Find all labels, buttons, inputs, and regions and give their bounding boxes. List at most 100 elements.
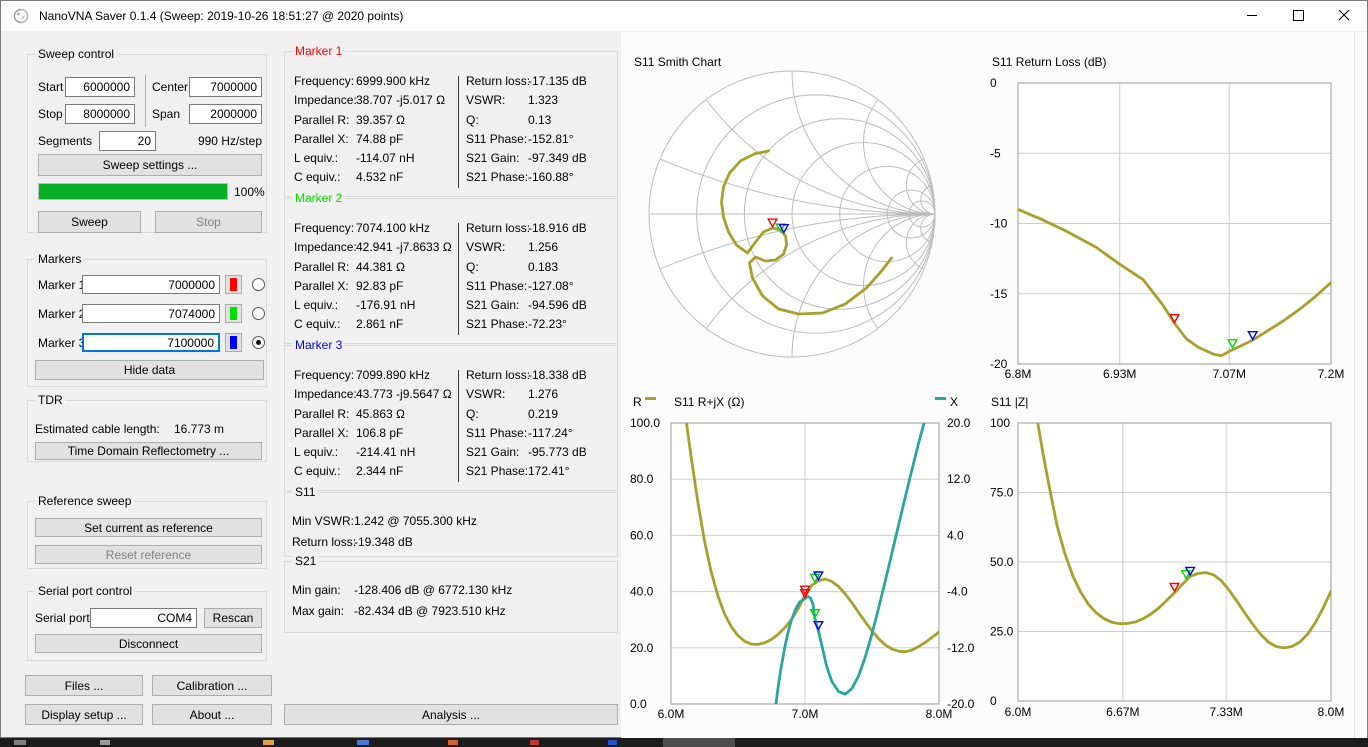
field-value: -176.91 nH [356, 298, 415, 312]
data-row: Return loss:-18.916 dB [466, 221, 612, 240]
data-row: Q:0.219 [466, 407, 612, 426]
close-icon [1339, 10, 1350, 21]
analysis-button[interactable]: Analysis ... [284, 704, 618, 725]
segments-input[interactable] [99, 131, 156, 151]
markers-title: Markers [35, 252, 84, 266]
center-input[interactable] [189, 77, 262, 97]
marker1-frequency-input[interactable] [82, 275, 220, 294]
field-label: Min VSWR: [292, 514, 354, 528]
svg-text:12.0: 12.0 [947, 472, 971, 486]
data-row: Q:0.183 [466, 260, 612, 279]
svg-text:X: X [950, 395, 958, 409]
start-input[interactable] [65, 77, 135, 97]
segments-label: Segments [38, 134, 92, 148]
rescan-button[interactable]: Rescan [204, 608, 262, 628]
field-label: Parallel X: [294, 279, 356, 293]
svg-text:40.0: 40.0 [630, 585, 654, 599]
stop-input[interactable] [65, 104, 135, 124]
hide-data-button[interactable]: Hide data [35, 360, 264, 380]
pinned-app-4[interactable] [530, 740, 539, 745]
s21-summary-panel: S21 Min gain:-128.406 dB @ 6772.130 kHzM… [284, 561, 618, 633]
svg-text:6.93M: 6.93M [1103, 367, 1136, 381]
marker2-color-button[interactable] [225, 304, 242, 323]
pinned-app-3[interactable] [448, 740, 458, 745]
files-button[interactable]: Files ... [25, 675, 143, 696]
field-value: 4.532 nF [356, 170, 403, 184]
marker3-color-button[interactable] [225, 333, 242, 352]
svg-text:100: 100 [990, 416, 1010, 430]
field-label: Min gain: [292, 583, 354, 597]
field-label: S21 Phase: [466, 317, 528, 331]
field-value: 1.276 [528, 387, 558, 401]
marker3-frequency-input[interactable] [82, 333, 220, 352]
svg-text:6.67M: 6.67M [1106, 705, 1139, 719]
serial-port-title: Serial port control [35, 584, 135, 598]
marker1-select-radio[interactable] [252, 278, 265, 291]
marker1-color-button[interactable] [225, 275, 242, 294]
cable-length-label: Estimated cable length: [35, 422, 160, 436]
close-button[interactable] [1321, 1, 1367, 30]
field-value: -18.338 dB [528, 368, 587, 382]
minimize-button[interactable] [1229, 1, 1275, 30]
field-label: Return loss: [466, 368, 528, 382]
field-value: -152.81° [528, 132, 574, 146]
field-label: Frequency: [294, 221, 356, 235]
marker3-select-radio[interactable] [252, 336, 265, 349]
s11-return-loss-chart[interactable]: S11 Return Loss (dB)0-5-10-15-206.8M6.93… [986, 46, 1353, 391]
panel-divider [458, 223, 459, 335]
start-label: Start [38, 80, 63, 94]
field-label: Impedance: [294, 240, 356, 254]
data-row: S21 Phase:-160.88° [466, 170, 612, 189]
s21-summary-rows: Min gain:-128.406 dB @ 6772.130 kHzMax g… [292, 583, 612, 625]
s11-summary-rows: Min VSWR:1.242 @ 7055.300 kHzReturn loss… [292, 514, 612, 556]
field-value: 42.941 -j7.8633 Ω [356, 240, 452, 254]
field-value: -94.596 dB [528, 298, 587, 312]
pinned-app-1[interactable] [263, 740, 274, 745]
svg-text:7.07M: 7.07M [1213, 367, 1246, 381]
marker2-select-radio[interactable] [252, 307, 265, 320]
maximize-button[interactable] [1275, 1, 1321, 30]
marker2-label: Marker 2 [38, 307, 85, 321]
about-button[interactable]: About ... [152, 704, 272, 725]
field-value: -214.41 nH [356, 445, 415, 459]
active-app-button[interactable] [663, 738, 735, 747]
field-value: -95.773 dB [528, 445, 587, 459]
taskbar[interactable] [0, 738, 1368, 747]
marker2-frequency-input[interactable] [82, 304, 220, 323]
data-row: Impedance:42.941 -j7.8633 Ω [294, 240, 458, 259]
search-icon-sliver[interactable] [100, 740, 110, 745]
stop-button[interactable]: Stop [155, 211, 262, 233]
pinned-app-2[interactable] [357, 740, 369, 745]
tdr-group: TDR Estimated cable length: 16.773 m Tim… [27, 400, 267, 462]
data-row: S11 Phase:-152.81° [466, 132, 612, 151]
data-row: S21 Gain:-95.773 dB [466, 445, 612, 464]
tdr-button[interactable]: Time Domain Reflectometry ... [35, 442, 262, 460]
svg-text:-12.0: -12.0 [947, 641, 975, 655]
calibration-button[interactable]: Calibration ... [152, 675, 272, 696]
sweep-settings-button[interactable]: Sweep settings ... [38, 154, 262, 176]
start-button-sliver[interactable] [14, 740, 26, 745]
maximize-icon [1293, 10, 1304, 21]
field-label: L equiv.: [294, 445, 356, 459]
svg-text:20.0: 20.0 [630, 641, 654, 655]
s11-smith-chart[interactable]: S11 Smith Chart [626, 46, 986, 391]
span-input[interactable] [189, 104, 262, 124]
sweep-button[interactable]: Sweep [38, 211, 141, 233]
set-reference-button[interactable]: Set current as reference [35, 518, 262, 537]
data-row: Return loss:-18.338 dB [466, 368, 612, 387]
display-setup-button[interactable]: Display setup ... [25, 704, 143, 725]
progress-percent: 100% [234, 185, 265, 199]
disconnect-button[interactable]: Disconnect [35, 634, 262, 653]
s11-rjx-chart[interactable]: RXS11 R+jX (Ω)100.080.060.040.020.00.020… [626, 391, 986, 736]
pinned-app-5[interactable] [608, 740, 617, 745]
field-label: S21 Phase: [466, 464, 528, 478]
marker1-label: Marker 1 [38, 278, 85, 292]
svg-text:6.8M: 6.8M [1005, 367, 1032, 381]
s11-z-chart[interactable]: S11 |Z|10075.050.025.006.0M6.67M7.33M8.0… [986, 391, 1353, 736]
svg-text:4.0: 4.0 [947, 528, 964, 542]
marker2-left-column: Frequency:7074.100 kHzImpedance:42.941 -… [294, 221, 458, 337]
svg-text:50.0: 50.0 [990, 555, 1014, 569]
serial-port-input[interactable] [90, 608, 197, 628]
field-label: Frequency: [294, 368, 356, 382]
reset-reference-button[interactable]: Reset reference [35, 545, 262, 564]
